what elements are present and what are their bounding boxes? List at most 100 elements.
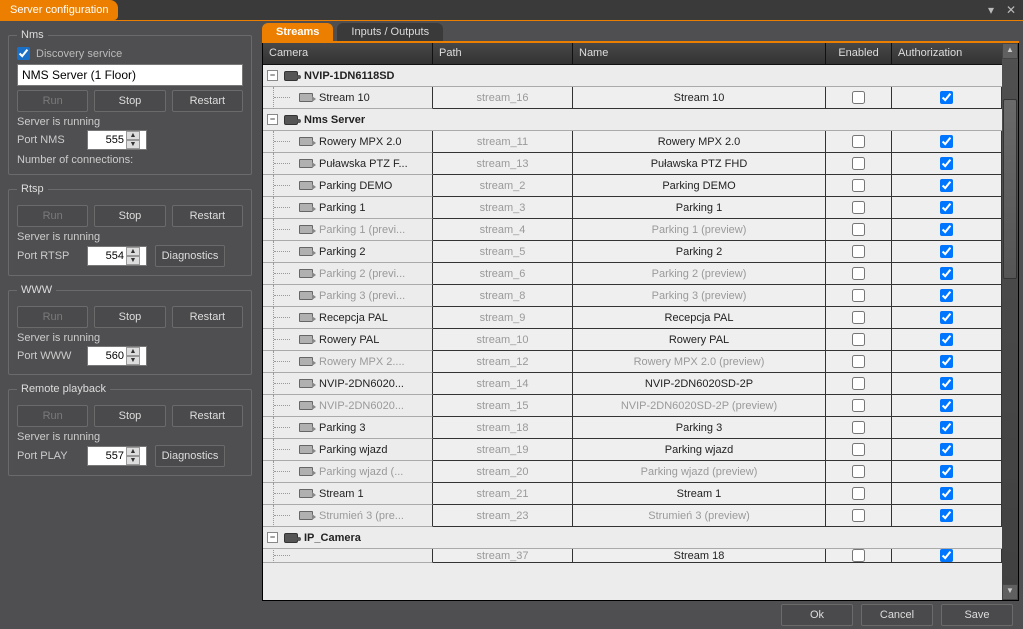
stream-row[interactable]: Strumień 3 (pre... stream_23 Strumień 3 …	[263, 505, 1002, 527]
enabled-checkbox[interactable]	[852, 245, 865, 258]
stream-row[interactable]: Recepcja PAL stream_9 Recepcja PAL	[263, 307, 1002, 329]
scrollbar-thumb[interactable]	[1003, 99, 1017, 279]
stream-row[interactable]: stream_37 Stream 18	[263, 549, 1002, 563]
discovery-checkbox[interactable]	[17, 47, 30, 60]
spin-up-icon[interactable]: ▲	[126, 447, 140, 456]
auth-checkbox[interactable]	[940, 289, 953, 302]
enabled-checkbox[interactable]	[852, 201, 865, 214]
enabled-checkbox[interactable]	[852, 487, 865, 500]
auth-checkbox[interactable]	[940, 465, 953, 478]
stream-row[interactable]: Parking wjazd (... stream_20 Parking wja…	[263, 461, 1002, 483]
www-stop-button[interactable]: Stop	[94, 306, 165, 328]
auth-checkbox[interactable]	[940, 355, 953, 368]
stream-row[interactable]: Rowery PAL stream_10 Rowery PAL	[263, 329, 1002, 351]
auth-checkbox[interactable]	[940, 91, 953, 104]
auth-checkbox[interactable]	[940, 487, 953, 500]
auth-checkbox[interactable]	[940, 377, 953, 390]
enabled-checkbox[interactable]	[852, 179, 865, 192]
ok-button[interactable]: Ok	[781, 604, 853, 626]
port-www-spinner[interactable]: ▲▼	[87, 346, 147, 366]
tree-group-row[interactable]: − Nms Server	[263, 109, 1002, 131]
auth-checkbox[interactable]	[940, 223, 953, 236]
collapse-icon[interactable]: −	[267, 532, 278, 543]
cancel-button[interactable]: Cancel	[861, 604, 933, 626]
rtsp-diagnostics-button[interactable]: Diagnostics	[155, 245, 225, 267]
enabled-checkbox[interactable]	[852, 91, 865, 104]
stream-row[interactable]: Stream 1 stream_21 Stream 1	[263, 483, 1002, 505]
auth-checkbox[interactable]	[940, 399, 953, 412]
spin-down-icon[interactable]: ▼	[126, 140, 140, 149]
port-www-input[interactable]	[88, 350, 126, 362]
stream-row[interactable]: NVIP-2DN6020... stream_14 NVIP-2DN6020SD…	[263, 373, 1002, 395]
rtsp-run-button[interactable]: Run	[17, 205, 88, 227]
auth-checkbox[interactable]	[940, 549, 953, 562]
spin-down-icon[interactable]: ▼	[126, 356, 140, 365]
col-enabled-header[interactable]: Enabled	[826, 43, 892, 64]
collapse-icon[interactable]: −	[267, 114, 278, 125]
col-path-header[interactable]: Path	[433, 43, 573, 64]
stream-row[interactable]: Rowery MPX 2.0 stream_11 Rowery MPX 2.0	[263, 131, 1002, 153]
play-restart-button[interactable]: Restart	[172, 405, 243, 427]
minimize-icon[interactable]: ▾	[983, 3, 999, 17]
enabled-checkbox[interactable]	[852, 509, 865, 522]
port-nms-input[interactable]	[88, 134, 126, 146]
spin-up-icon[interactable]: ▲	[126, 347, 140, 356]
stream-row[interactable]: Parking wjazd stream_19 Parking wjazd	[263, 439, 1002, 461]
nms-run-button[interactable]: Run	[17, 90, 88, 112]
play-run-button[interactable]: Run	[17, 405, 88, 427]
spin-down-icon[interactable]: ▼	[126, 456, 140, 465]
tab-streams[interactable]: Streams	[262, 23, 333, 41]
auth-checkbox[interactable]	[940, 311, 953, 324]
tree-group-row[interactable]: − NVIP-1DN6118SD	[263, 65, 1002, 87]
stream-row[interactable]: Parking DEMO stream_2 Parking DEMO	[263, 175, 1002, 197]
col-camera-header[interactable]: Camera	[263, 43, 433, 64]
enabled-checkbox[interactable]	[852, 355, 865, 368]
play-stop-button[interactable]: Stop	[94, 405, 165, 427]
scroll-up-icon[interactable]: ▲	[1002, 43, 1018, 59]
www-run-button[interactable]: Run	[17, 306, 88, 328]
enabled-checkbox[interactable]	[852, 443, 865, 456]
enabled-checkbox[interactable]	[852, 421, 865, 434]
auth-checkbox[interactable]	[940, 333, 953, 346]
stream-row[interactable]: Rowery MPX 2.... stream_12 Rowery MPX 2.…	[263, 351, 1002, 373]
stream-row[interactable]: Parking 2 stream_5 Parking 2	[263, 241, 1002, 263]
port-play-spinner[interactable]: ▲▼	[87, 446, 147, 466]
stream-row[interactable]: Parking 1 (previ... stream_4 Parking 1 (…	[263, 219, 1002, 241]
port-rtsp-input[interactable]	[88, 250, 126, 262]
tree-group-row[interactable]: − IP_Camera	[263, 527, 1002, 549]
enabled-checkbox[interactable]	[852, 377, 865, 390]
stream-row[interactable]: Parking 3 stream_18 Parking 3	[263, 417, 1002, 439]
tab-inputs-outputs[interactable]: Inputs / Outputs	[337, 23, 443, 41]
enabled-checkbox[interactable]	[852, 311, 865, 324]
auth-checkbox[interactable]	[940, 201, 953, 214]
port-play-input[interactable]	[88, 450, 126, 462]
auth-checkbox[interactable]	[940, 267, 953, 280]
enabled-checkbox[interactable]	[852, 157, 865, 170]
close-icon[interactable]: ✕	[1003, 3, 1019, 17]
enabled-checkbox[interactable]	[852, 289, 865, 302]
save-button[interactable]: Save	[941, 604, 1013, 626]
stream-row[interactable]: Parking 1 stream_3 Parking 1	[263, 197, 1002, 219]
col-auth-header[interactable]: Authorization	[892, 43, 1002, 64]
auth-checkbox[interactable]	[940, 179, 953, 192]
auth-checkbox[interactable]	[940, 135, 953, 148]
nms-name-input[interactable]	[17, 64, 243, 86]
auth-checkbox[interactable]	[940, 157, 953, 170]
auth-checkbox[interactable]	[940, 245, 953, 258]
enabled-checkbox[interactable]	[852, 399, 865, 412]
auth-checkbox[interactable]	[940, 443, 953, 456]
www-restart-button[interactable]: Restart	[172, 306, 243, 328]
enabled-checkbox[interactable]	[852, 135, 865, 148]
stream-row[interactable]: Stream 10 stream_16 Stream 10	[263, 87, 1002, 109]
enabled-checkbox[interactable]	[852, 465, 865, 478]
port-nms-spinner[interactable]: ▲▼	[87, 130, 147, 150]
col-name-header[interactable]: Name	[573, 43, 826, 64]
rtsp-stop-button[interactable]: Stop	[94, 205, 165, 227]
collapse-icon[interactable]: −	[267, 70, 278, 81]
enabled-checkbox[interactable]	[852, 223, 865, 236]
port-rtsp-spinner[interactable]: ▲▼	[87, 246, 147, 266]
enabled-checkbox[interactable]	[852, 267, 865, 280]
stream-row[interactable]: Puławska PTZ F... stream_13 Puławska PTZ…	[263, 153, 1002, 175]
spin-up-icon[interactable]: ▲	[126, 131, 140, 140]
scroll-down-icon[interactable]: ▼	[1002, 584, 1018, 600]
